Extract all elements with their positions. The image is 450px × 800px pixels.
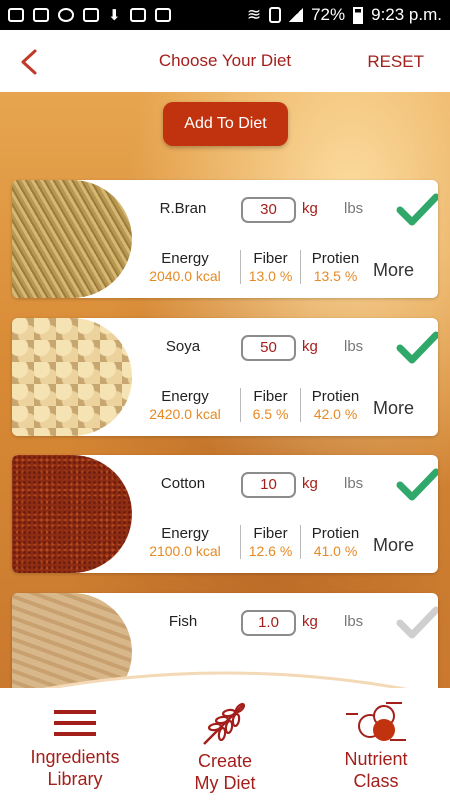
unit-kg-toggle[interactable]: kg [302,200,318,217]
energy-stat: Energy 2100.0 kcal [130,525,240,559]
energy-value: 2040.0 kcal [149,268,221,284]
protein-stat: Protien 41.0 % [300,525,370,559]
reset-button[interactable]: RESET [367,52,424,72]
checkmark-icon[interactable] [396,192,438,228]
status-bar: ⬇ ≋ 72% 9:23 p.m. [0,0,450,30]
nutrient-stats: Energy 2420.0 kcal Fiber 6.5 % Protien 4… [130,388,374,422]
checkmark-icon[interactable] [396,467,438,503]
fiber-label: Fiber [253,250,288,267]
more-button[interactable]: More [373,398,414,419]
protein-value: 42.0 % [313,406,358,422]
more-button[interactable]: More [373,260,414,281]
bottom-navigation: Ingredients Library Create My Diet Nutri… [0,658,450,800]
ingredient-name: R.Bran [159,200,207,217]
nav-label-line: Library [47,769,103,789]
energy-label: Energy [161,388,209,405]
protein-label: Protien [311,525,360,542]
ingredient-card-cotton: Cotton 10 kg lbs Energy 2100.0 kcal Fibe… [12,455,438,573]
wifi-icon: ≋ [246,5,262,24]
menu-list-icon[interactable] [54,708,96,738]
nav-create-my-diet[interactable]: Create My Diet [168,750,282,794]
system-status: ≋ 72% 9:23 p.m. [247,5,442,25]
fiber-value: 12.6 % [248,543,293,559]
checkmark-icon[interactable] [396,330,438,366]
nav-nutrient-class[interactable]: Nutrient Class [320,748,432,792]
back-arrow-icon[interactable] [18,48,40,76]
ingredient-image [12,318,132,436]
energy-stat: Energy 2040.0 kcal [130,250,240,284]
unit-lbs-toggle[interactable]: lbs [344,338,363,355]
unit-lbs-toggle[interactable]: lbs [344,613,363,630]
nutrient-molecule-icon[interactable] [344,700,414,744]
mail-icon [33,8,49,22]
add-to-diet-button[interactable]: Add To Diet [163,102,288,146]
fiber-stat: Fiber 13.0 % [240,250,300,284]
app-header: Choose Your Diet RESET [0,30,450,92]
protein-label: Protien [311,250,360,267]
unit-kg-toggle[interactable]: kg [302,613,318,630]
image-icon [83,8,99,22]
fiber-stat: Fiber 6.5 % [240,388,300,422]
quantity-input[interactable]: 50 [241,335,296,361]
more-button[interactable]: More [373,535,414,556]
ingredient-name: Soya [165,338,201,355]
protein-stat: Protien 42.0 % [300,388,370,422]
energy-value: 2420.0 kcal [149,406,221,422]
protein-value: 13.5 % [313,268,358,284]
fiber-label: Fiber [253,388,288,405]
email-icon [154,8,171,22]
unit-lbs-toggle[interactable]: lbs [344,200,363,217]
app-icon [129,8,146,22]
nav-ingredients-library[interactable]: Ingredients Library [14,746,136,790]
ingredient-image [12,180,132,298]
protein-label: Protien [311,388,360,405]
unit-kg-toggle[interactable]: kg [302,338,318,355]
protein-stat: Protien 13.5 % [300,250,370,284]
checkmark-icon[interactable] [396,605,438,641]
fiber-value: 13.0 % [248,268,293,284]
download-icon: ⬇ [108,7,121,24]
energy-stat: Energy 2420.0 kcal [130,388,240,422]
quantity-input[interactable]: 30 [241,197,296,223]
sim-icon [269,7,282,23]
energy-value: 2100.0 kcal [149,543,221,559]
nutrient-stats: Energy 2040.0 kcal Fiber 13.0 % Protien … [130,250,374,284]
nav-label-line: Ingredients [30,747,120,767]
fiber-label: Fiber [253,525,288,542]
energy-label: Energy [161,525,209,542]
clock: 9:23 p.m. [371,5,442,24]
wheat-icon[interactable] [200,700,250,746]
nav-label-line: Create [197,751,253,771]
unit-lbs-toggle[interactable]: lbs [344,475,363,492]
nav-label-line: Class [353,771,399,791]
ingredient-image [12,455,132,573]
app-notification-icon [8,8,24,22]
ingredient-name: Fish [168,613,198,630]
signal-icon [289,8,304,22]
app-circle-icon [58,8,74,22]
quantity-input[interactable]: 1.0 [241,610,296,636]
nav-label-line: Nutrient [344,749,408,769]
ingredient-card-rbran: R.Bran 30 kg lbs Energy 2040.0 kcal Fibe… [12,180,438,298]
nutrient-stats: Energy 2100.0 kcal Fiber 12.6 % Protien … [130,525,374,559]
notification-icons: ⬇ [8,6,171,24]
fiber-stat: Fiber 12.6 % [240,525,300,559]
fiber-value: 6.5 % [252,406,289,422]
protein-value: 41.0 % [313,543,358,559]
battery-icon [353,6,364,24]
energy-label: Energy [161,250,209,267]
ingredient-card-soya: Soya 50 kg lbs Energy 2420.0 kcal Fiber … [12,318,438,436]
nav-label-line: My Diet [194,773,256,793]
quantity-input[interactable]: 10 [241,472,296,498]
battery-percent: 72% [311,5,346,24]
unit-kg-toggle[interactable]: kg [302,475,318,492]
ingredient-name: Cotton [160,475,206,492]
